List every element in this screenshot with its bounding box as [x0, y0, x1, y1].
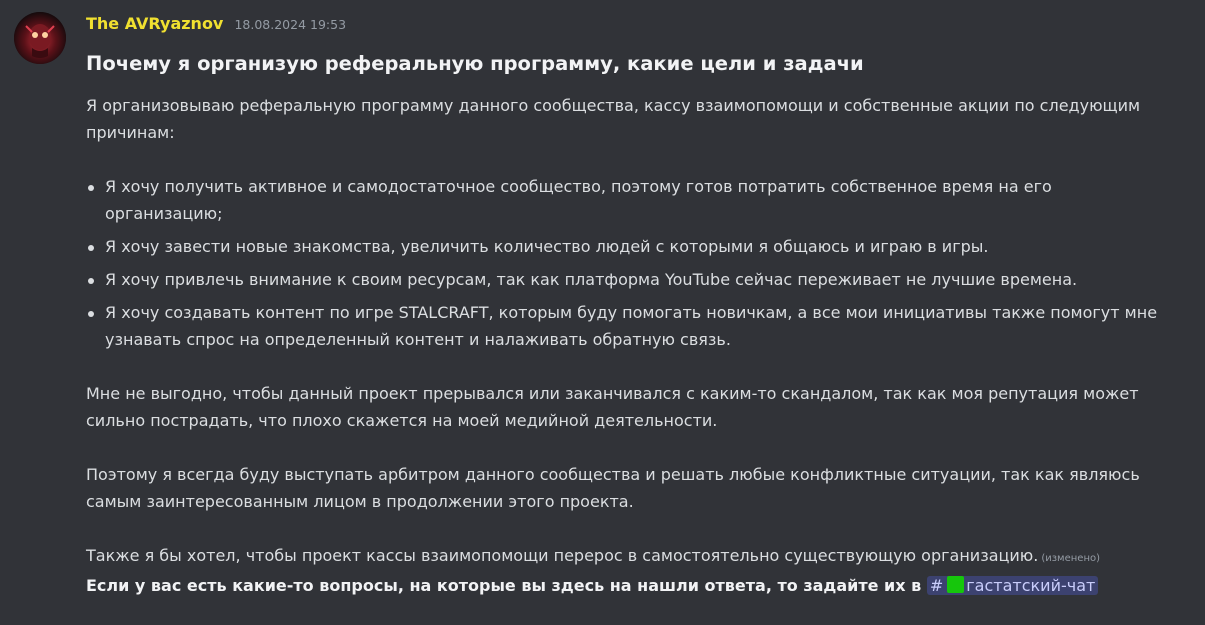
bullet-dot-icon [88, 311, 94, 317]
list-item-text: Я хочу создавать контент по игре STALCRA… [105, 303, 1158, 349]
reasons-list: Я хочу получить активное и самодостаточн… [86, 173, 1166, 353]
avatar-image [14, 12, 66, 64]
bullet-dot-icon [88, 185, 94, 191]
list-item: Я хочу создавать контент по игре STALCRA… [86, 299, 1166, 353]
author-name[interactable]: The AVRyaznov [86, 14, 223, 33]
list-item: Я хочу получить активное и самодостаточн… [86, 173, 1166, 227]
edited-label[interactable]: (изменено) [1041, 553, 1100, 564]
author-avatar[interactable] [14, 12, 66, 64]
bullet-dot-icon [88, 278, 94, 284]
message-timestamp[interactable]: 18.08.2024 19:53 [234, 17, 346, 32]
message-header: The AVRyaznov 18.08.2024 19:53 [86, 14, 346, 36]
list-item-text: Я хочу получить активное и самодостаточн… [105, 177, 1052, 223]
intro-paragraph: Я организовываю реферальную программу да… [86, 96, 1141, 142]
list-item: Я хочу привлечь внимание к своим ресурса… [86, 266, 1166, 293]
list-item-text: Я хочу привлечь внимание к своим ресурса… [105, 270, 1078, 289]
channel-mention-name: гастатский-чат [966, 576, 1096, 595]
paragraph-organization: Также я бы хотел, чтобы проект кассы вза… [86, 542, 1166, 572]
bullet-dot-icon [88, 245, 94, 251]
list-item: Я хочу завести новые знакомства, увеличи… [86, 233, 1166, 260]
hash-icon: # [929, 576, 944, 595]
paragraph-organization-text: Также я бы хотел, чтобы проект кассы вза… [86, 546, 1039, 565]
final-line: Если у вас есть какие-то вопросы, на кот… [86, 572, 1166, 599]
message-content: Почему я организую реферальную программу… [86, 50, 1166, 599]
paragraph-reputation: Мне не выгодно, чтобы данный проект прер… [86, 384, 1139, 430]
final-line-text: Если у вас есть какие-то вопросы, на кот… [86, 576, 922, 595]
message-title: Почему я организую реферальную программу… [86, 52, 864, 75]
channel-mention[interactable]: # гастатский-чат [926, 576, 1099, 595]
list-item-text: Я хочу завести новые знакомства, увеличи… [105, 237, 989, 256]
paragraph-arbiter: Поэтому я всегда буду выступать арбитром… [86, 465, 1140, 511]
green-square-icon [947, 576, 965, 593]
